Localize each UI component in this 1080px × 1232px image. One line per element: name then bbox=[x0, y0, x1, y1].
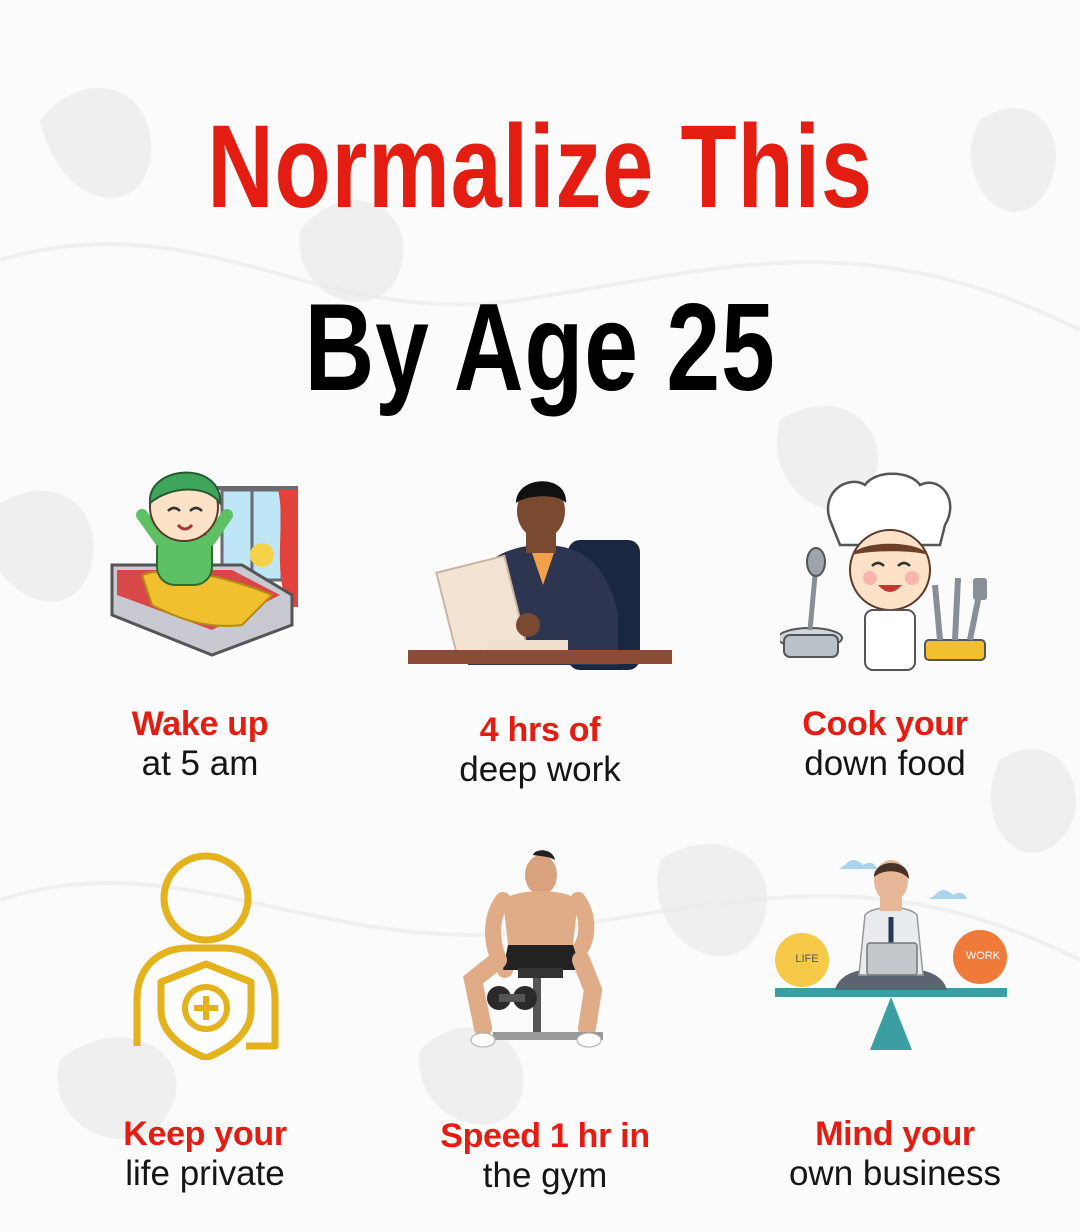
card-private: Keep your life private bbox=[45, 850, 365, 1210]
card-business: LIFE WORK Mind your own business bbox=[735, 850, 1055, 1210]
caption-text: at 5 am bbox=[141, 744, 259, 784]
caption-highlight: Cook your bbox=[802, 705, 968, 743]
card-caption: Keep your life private bbox=[45, 1115, 365, 1194]
caption-highlight: 4 hrs of bbox=[479, 711, 601, 749]
waking-boy-in-bed-icon bbox=[110, 471, 298, 657]
caption-highlight: Keep your bbox=[123, 1115, 287, 1153]
man-at-desk-working-icon bbox=[408, 481, 672, 670]
caption-text: deep work bbox=[459, 750, 621, 790]
person-shield-privacy-icon bbox=[133, 852, 279, 1060]
card-caption: Mind your own business bbox=[735, 1115, 1055, 1194]
card-cook: Cook your down food bbox=[725, 455, 1045, 795]
card-caption: 4 hrs of deep work bbox=[380, 711, 700, 790]
card-wake-up: Wake up at 5 am bbox=[40, 455, 360, 795]
card-caption: Cook your down food bbox=[725, 705, 1045, 784]
card-caption: Speed 1 hr in the gym bbox=[385, 1117, 705, 1196]
caption-highlight: Wake up bbox=[131, 705, 269, 743]
chef-cooking-icon bbox=[780, 472, 987, 671]
title-line-2: By Age 25 bbox=[304, 279, 776, 417]
caption-text: down food bbox=[804, 744, 966, 784]
card-gym: Speed 1 hr in the gym bbox=[385, 850, 705, 1210]
caption-highlight: Mind your bbox=[815, 1115, 975, 1153]
caption-highlight: Speed 1 hr in bbox=[440, 1117, 650, 1155]
title-line-1: Normalize This bbox=[207, 101, 873, 233]
life-label: LIFE bbox=[795, 953, 819, 965]
caption-text: own business bbox=[788, 1154, 1002, 1194]
caption-text: life private bbox=[125, 1154, 285, 1194]
caption-text: the gym bbox=[482, 1156, 608, 1196]
card-deep-work: 4 hrs of deep work bbox=[380, 455, 700, 795]
card-caption: Wake up at 5 am bbox=[40, 705, 360, 784]
work-label: WORK bbox=[965, 950, 1001, 962]
gym-man-dumbbell-icon bbox=[463, 850, 603, 1048]
